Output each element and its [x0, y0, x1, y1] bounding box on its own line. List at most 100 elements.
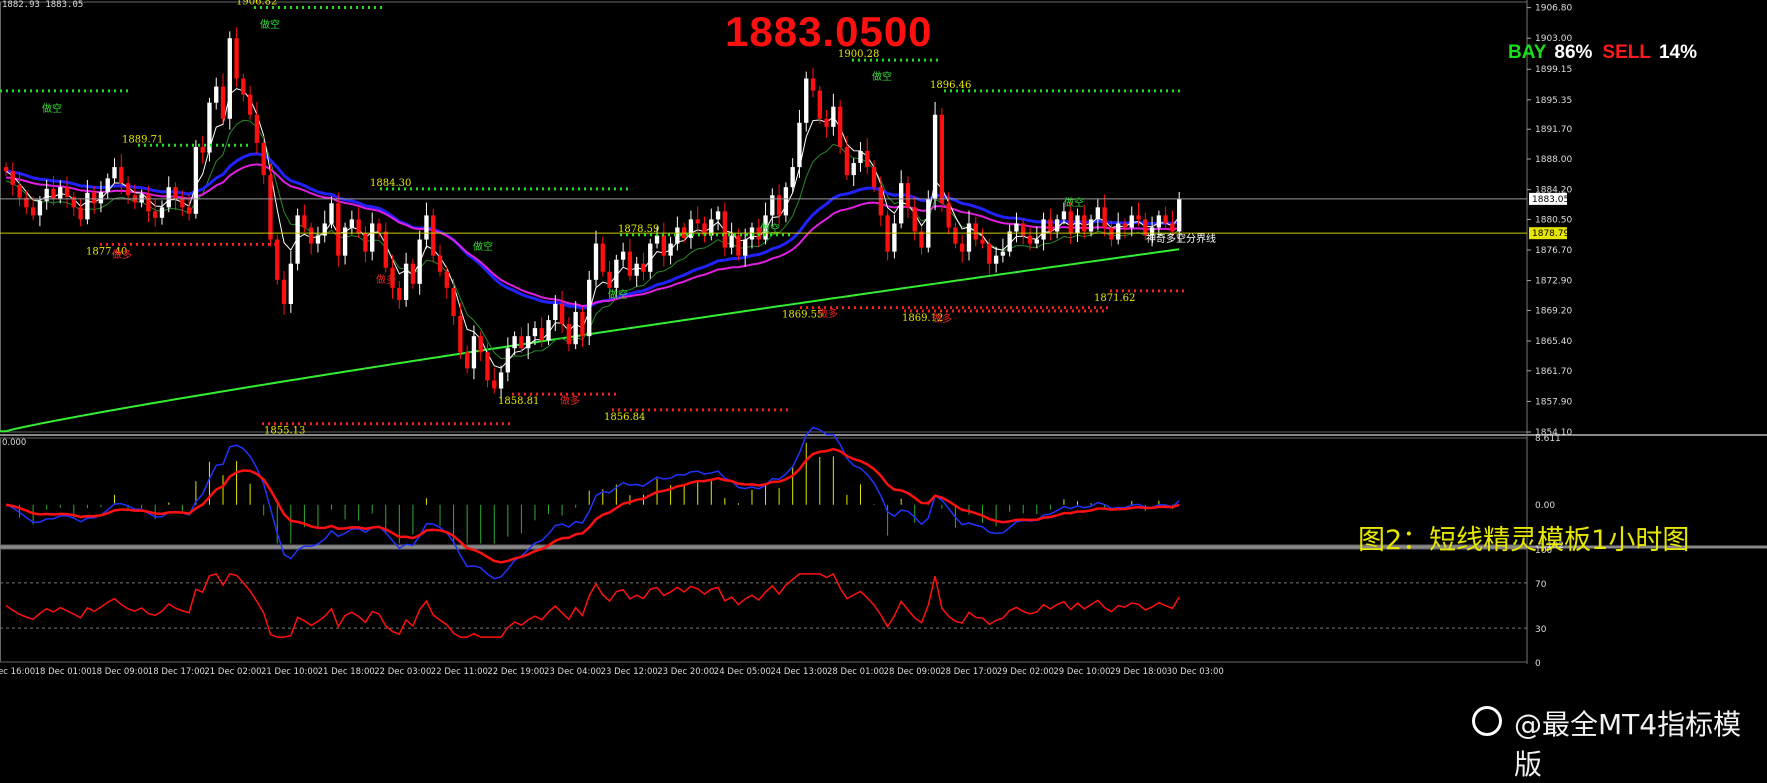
candle-body [322, 223, 327, 236]
candle-body [899, 183, 904, 224]
candle-body [295, 215, 300, 264]
candle-body [247, 94, 253, 115]
candle-body [98, 192, 104, 204]
candle-body [946, 203, 951, 228]
sell-percent: 14% [1658, 42, 1697, 63]
trading-chart[interactable]: 1906.801903.001899.151895.351891.701888.… [0, 0, 1767, 771]
candle-body [376, 223, 382, 232]
candle-body [1136, 215, 1141, 220]
candle-body [186, 207, 192, 214]
candle-body [1021, 223, 1026, 236]
candle-body [85, 192, 90, 220]
time-axis-label: 29 Dec 10:00 [1053, 667, 1110, 677]
price-annotation: 1856.84 [604, 412, 645, 423]
candle-body [519, 336, 524, 349]
bay-label: BAY [1508, 42, 1547, 63]
candle-body [383, 231, 388, 268]
candle-body [309, 227, 314, 244]
candle-body [275, 239, 280, 280]
signal-short-label: 做空 [608, 288, 628, 301]
time-axis-label: 21 Dec 18:00 [318, 667, 375, 677]
price-tick-label: 1869.20 [1535, 306, 1572, 316]
bay-percent: 86% [1554, 42, 1593, 63]
candle-body [634, 263, 639, 276]
candle-body [261, 142, 266, 176]
candle-body [1061, 211, 1067, 220]
price-annotation: 1906.82 [236, 0, 277, 7]
current-price: 1883.0500 [725, 8, 933, 55]
candle-body [498, 372, 504, 389]
candle-body [1075, 215, 1080, 234]
candle-body [349, 219, 355, 228]
bid-price-label: 1883.05 [1532, 195, 1569, 205]
candle-body [58, 187, 63, 199]
candle-body [1088, 219, 1094, 232]
candle-body [858, 150, 863, 164]
candle-body [1041, 219, 1046, 240]
signal-long-label: 做多 [932, 312, 952, 325]
candle-body [804, 78, 809, 123]
rsi-tick-label: 70 [1535, 580, 1547, 590]
candle-body [1095, 207, 1101, 220]
candle-body [505, 348, 511, 373]
candle-body [1129, 215, 1134, 228]
time-axis-label: 22 Dec 19:00 [487, 667, 544, 677]
candle-body [600, 243, 605, 272]
price-tick-label: 1888.00 [1535, 155, 1572, 165]
candle-body [912, 207, 917, 232]
price-tick-label: 1906.80 [1535, 4, 1572, 14]
ma-fast-white-line [5, 88, 1180, 369]
candle-body [431, 215, 436, 256]
candle-body [424, 215, 429, 240]
signal-short-label: 做空 [760, 222, 780, 235]
candle-body [125, 183, 131, 196]
candle-body [91, 192, 97, 204]
candle-body [532, 328, 538, 337]
candle-body [648, 243, 653, 272]
price-tick-label: 1880.50 [1535, 215, 1572, 225]
candle-body [1014, 223, 1019, 232]
time-axis-label: 29 Dec 18:00 [1110, 667, 1167, 677]
time-axis-label: 22 Dec 11:00 [431, 667, 488, 677]
signal-long-label: 做多 [818, 307, 838, 320]
candle-body [966, 223, 972, 252]
time-axis-label: 23 Dec 12:00 [601, 667, 658, 677]
time-axis-label: 18 Dec 17:00 [148, 667, 205, 677]
candle-body [173, 187, 178, 200]
chart-caption: 图2：短线精灵模板1小时图 [1358, 525, 1690, 556]
candle-body [790, 167, 795, 188]
candle-body [1163, 215, 1168, 224]
candle-body [153, 211, 158, 218]
candle-body [1170, 223, 1175, 232]
candle-body [607, 271, 612, 288]
candle-body [810, 78, 816, 91]
price-tick-label: 1876.70 [1535, 246, 1572, 256]
candle-body [1048, 219, 1053, 232]
time-axis-label: 30 Dec 03:00 [1167, 667, 1224, 677]
candle-body [668, 243, 673, 256]
candle-body [356, 219, 361, 234]
ma-blue-line [5, 152, 1180, 310]
price-annotation: 1855.13 [264, 426, 305, 437]
candle-body [51, 188, 56, 199]
candle-body [559, 303, 565, 325]
candle-body [1116, 223, 1121, 240]
candle-body [553, 303, 558, 321]
watermark-text: @最全MT4指标模版 [1514, 708, 1742, 781]
candle-body [315, 235, 321, 244]
candle-body [403, 263, 409, 300]
candle-body [729, 235, 734, 248]
candle-body [397, 287, 402, 300]
candle-body [180, 199, 185, 208]
price-tick-label: 1865.40 [1535, 337, 1572, 347]
candle-body [722, 211, 728, 248]
rsi-tick-label: 30 [1535, 625, 1547, 635]
ohlc-readout: 1882.93 1883.05 [2, 0, 84, 10]
candle-body [865, 150, 870, 168]
sell-label: SELL [1602, 42, 1651, 63]
candle-body [437, 255, 443, 272]
candle-body [17, 184, 22, 198]
macd-pane-frame [0, 437, 1528, 546]
time-axis-label: 24 Dec 13:00 [770, 667, 827, 677]
candle-body [64, 187, 70, 197]
